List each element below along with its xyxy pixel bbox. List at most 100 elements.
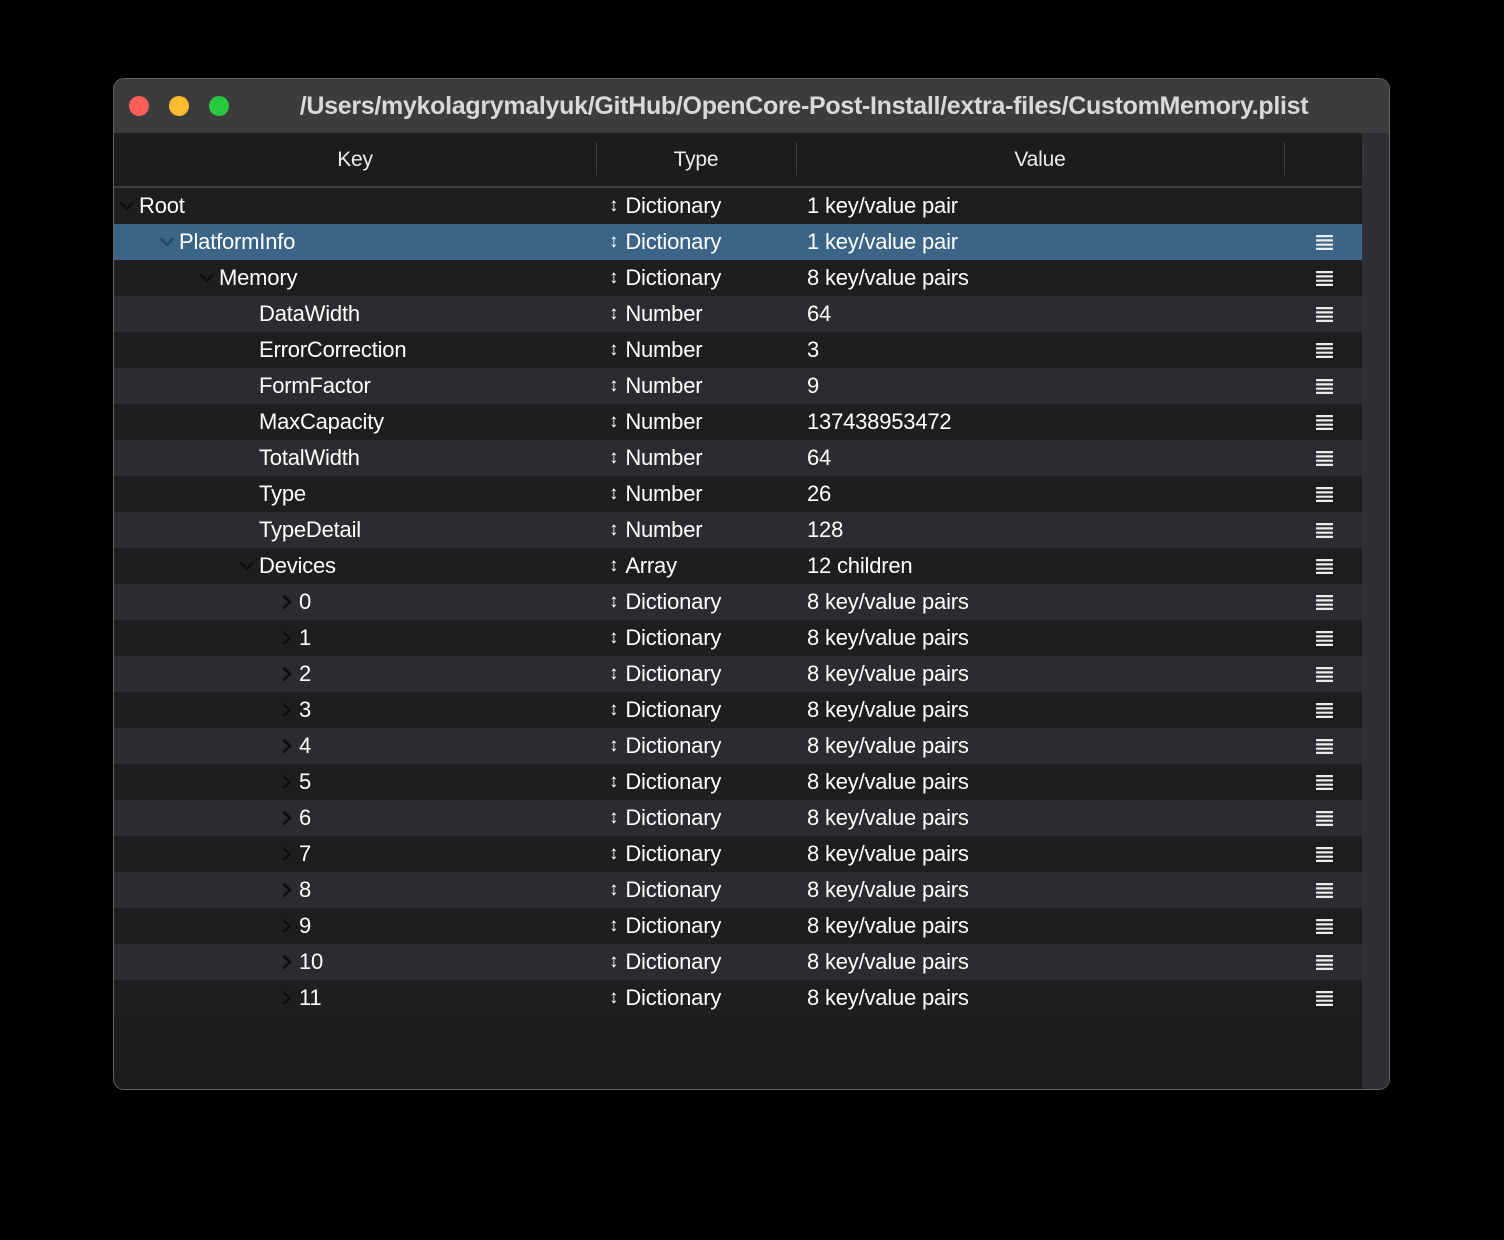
value-cell[interactable]: 8 key/value pairs bbox=[796, 769, 1284, 795]
type-selector[interactable]: ↕ Dictionary bbox=[596, 841, 796, 867]
hamburger-menu-icon[interactable] bbox=[1316, 775, 1333, 790]
type-selector[interactable]: ↕ Dictionary bbox=[596, 661, 796, 687]
value-cell[interactable]: 3 bbox=[796, 337, 1284, 363]
hamburger-menu-icon[interactable] bbox=[1316, 451, 1333, 466]
table-row[interactable]: 4 ↕ Dictionary 8 key/value pairs bbox=[114, 728, 1362, 764]
hamburger-menu-icon[interactable] bbox=[1316, 739, 1333, 754]
zoom-button[interactable] bbox=[209, 96, 229, 116]
hamburger-menu-icon[interactable] bbox=[1316, 523, 1333, 538]
chevron-right-icon[interactable] bbox=[278, 881, 296, 899]
chevron-right-icon[interactable] bbox=[278, 593, 296, 611]
value-cell[interactable]: 8 key/value pairs bbox=[796, 697, 1284, 723]
value-cell[interactable]: 8 key/value pairs bbox=[796, 733, 1284, 759]
value-cell[interactable]: 128 bbox=[796, 517, 1284, 543]
hamburger-menu-icon[interactable] bbox=[1316, 955, 1333, 970]
hamburger-menu-icon[interactable] bbox=[1316, 991, 1333, 1006]
hamburger-menu-icon[interactable] bbox=[1316, 667, 1333, 682]
table-row[interactable]: 11 ↕ Dictionary 8 key/value pairs bbox=[114, 980, 1362, 1016]
table-row[interactable]: Devices ↕ Array 12 children bbox=[114, 548, 1362, 584]
value-cell[interactable]: 64 bbox=[796, 445, 1284, 471]
hamburger-menu-icon[interactable] bbox=[1316, 559, 1333, 574]
value-cell[interactable]: 8 key/value pairs bbox=[796, 841, 1284, 867]
value-cell[interactable]: 8 key/value pairs bbox=[796, 589, 1284, 615]
table-row[interactable]: Memory ↕ Dictionary 8 key/value pairs bbox=[114, 260, 1362, 296]
value-cell[interactable]: 12 children bbox=[796, 553, 1284, 579]
type-selector[interactable]: ↕ Dictionary bbox=[596, 193, 796, 219]
type-selector[interactable]: ↕ Dictionary bbox=[596, 805, 796, 831]
minimize-button[interactable] bbox=[169, 96, 189, 116]
hamburger-menu-icon[interactable] bbox=[1316, 343, 1333, 358]
value-cell[interactable]: 64 bbox=[796, 301, 1284, 327]
type-selector[interactable]: ↕ Number bbox=[596, 481, 796, 507]
type-selector[interactable]: ↕ Number bbox=[596, 517, 796, 543]
table-row[interactable]: DataWidth ↕ Number 64 bbox=[114, 296, 1362, 332]
chevron-right-icon[interactable] bbox=[278, 809, 296, 827]
close-button[interactable] bbox=[129, 96, 149, 116]
scrollbar-track[interactable] bbox=[1362, 133, 1389, 1089]
table-row[interactable]: TypeDetail ↕ Number 128 bbox=[114, 512, 1362, 548]
hamburger-menu-icon[interactable] bbox=[1316, 487, 1333, 502]
value-cell[interactable]: 8 key/value pairs bbox=[796, 985, 1284, 1011]
type-selector[interactable]: ↕ Dictionary bbox=[596, 697, 796, 723]
table-row[interactable]: MaxCapacity ↕ Number 137438953472 bbox=[114, 404, 1362, 440]
value-cell[interactable]: 8 key/value pairs bbox=[796, 265, 1284, 291]
chevron-right-icon[interactable] bbox=[278, 665, 296, 683]
chevron-right-icon[interactable] bbox=[278, 989, 296, 1007]
value-cell[interactable]: 1 key/value pair bbox=[796, 193, 1284, 219]
hamburger-menu-icon[interactable] bbox=[1316, 235, 1333, 250]
table-row[interactable]: 0 ↕ Dictionary 8 key/value pairs bbox=[114, 584, 1362, 620]
type-selector[interactable]: ↕ Dictionary bbox=[596, 985, 796, 1011]
hamburger-menu-icon[interactable] bbox=[1316, 703, 1333, 718]
hamburger-menu-icon[interactable] bbox=[1316, 811, 1333, 826]
value-cell[interactable]: 8 key/value pairs bbox=[796, 949, 1284, 975]
type-selector[interactable]: ↕ Dictionary bbox=[596, 949, 796, 975]
titlebar[interactable]: /Users/mykolagrymalyuk/GitHub/OpenCore-P… bbox=[114, 79, 1389, 133]
table-row[interactable]: Root ↕ Dictionary 1 key/value pair bbox=[114, 188, 1362, 224]
value-cell[interactable]: 8 key/value pairs bbox=[796, 661, 1284, 687]
chevron-right-icon[interactable] bbox=[278, 773, 296, 791]
chevron-right-icon[interactable] bbox=[278, 917, 296, 935]
table-row[interactable]: 10 ↕ Dictionary 8 key/value pairs bbox=[114, 944, 1362, 980]
table-row[interactable]: 2 ↕ Dictionary 8 key/value pairs bbox=[114, 656, 1362, 692]
table-row[interactable]: 8 ↕ Dictionary 8 key/value pairs bbox=[114, 872, 1362, 908]
chevron-down-icon[interactable] bbox=[238, 557, 256, 575]
table-row[interactable]: 6 ↕ Dictionary 8 key/value pairs bbox=[114, 800, 1362, 836]
table-row[interactable]: PlatformInfo ↕ Dictionary 1 key/value pa… bbox=[114, 224, 1362, 260]
table-row[interactable]: ErrorCorrection ↕ Number 3 bbox=[114, 332, 1362, 368]
hamburger-menu-icon[interactable] bbox=[1316, 307, 1333, 322]
type-selector[interactable]: ↕ Number bbox=[596, 373, 796, 399]
table-row[interactable]: 9 ↕ Dictionary 8 key/value pairs bbox=[114, 908, 1362, 944]
table-row[interactable]: 5 ↕ Dictionary 8 key/value pairs bbox=[114, 764, 1362, 800]
value-cell[interactable]: 137438953472 bbox=[796, 409, 1284, 435]
table-row[interactable]: 7 ↕ Dictionary 8 key/value pairs bbox=[114, 836, 1362, 872]
type-selector[interactable]: ↕ Number bbox=[596, 337, 796, 363]
table-row[interactable]: 3 ↕ Dictionary 8 key/value pairs bbox=[114, 692, 1362, 728]
type-selector[interactable]: ↕ Array bbox=[596, 553, 796, 579]
type-selector[interactable]: ↕ Dictionary bbox=[596, 913, 796, 939]
type-selector[interactable]: ↕ Dictionary bbox=[596, 589, 796, 615]
type-selector[interactable]: ↕ Number bbox=[596, 445, 796, 471]
value-cell[interactable]: 8 key/value pairs bbox=[796, 913, 1284, 939]
type-selector[interactable]: ↕ Dictionary bbox=[596, 229, 796, 255]
hamburger-menu-icon[interactable] bbox=[1316, 415, 1333, 430]
table-row[interactable]: FormFactor ↕ Number 9 bbox=[114, 368, 1362, 404]
chevron-right-icon[interactable] bbox=[278, 845, 296, 863]
type-selector[interactable]: ↕ Number bbox=[596, 409, 796, 435]
value-cell[interactable]: 8 key/value pairs bbox=[796, 625, 1284, 651]
hamburger-menu-icon[interactable] bbox=[1316, 631, 1333, 646]
value-cell[interactable]: 9 bbox=[796, 373, 1284, 399]
value-cell[interactable]: 1 key/value pair bbox=[796, 229, 1284, 255]
chevron-down-icon[interactable] bbox=[158, 233, 176, 251]
chevron-right-icon[interactable] bbox=[278, 737, 296, 755]
type-selector[interactable]: ↕ Dictionary bbox=[596, 265, 796, 291]
hamburger-menu-icon[interactable] bbox=[1316, 919, 1333, 934]
value-cell[interactable]: 26 bbox=[796, 481, 1284, 507]
type-selector[interactable]: ↕ Dictionary bbox=[596, 733, 796, 759]
chevron-right-icon[interactable] bbox=[278, 629, 296, 647]
hamburger-menu-icon[interactable] bbox=[1316, 883, 1333, 898]
type-selector[interactable]: ↕ Number bbox=[596, 301, 796, 327]
hamburger-menu-icon[interactable] bbox=[1316, 379, 1333, 394]
chevron-right-icon[interactable] bbox=[278, 701, 296, 719]
type-selector[interactable]: ↕ Dictionary bbox=[596, 625, 796, 651]
chevron-right-icon[interactable] bbox=[278, 953, 296, 971]
